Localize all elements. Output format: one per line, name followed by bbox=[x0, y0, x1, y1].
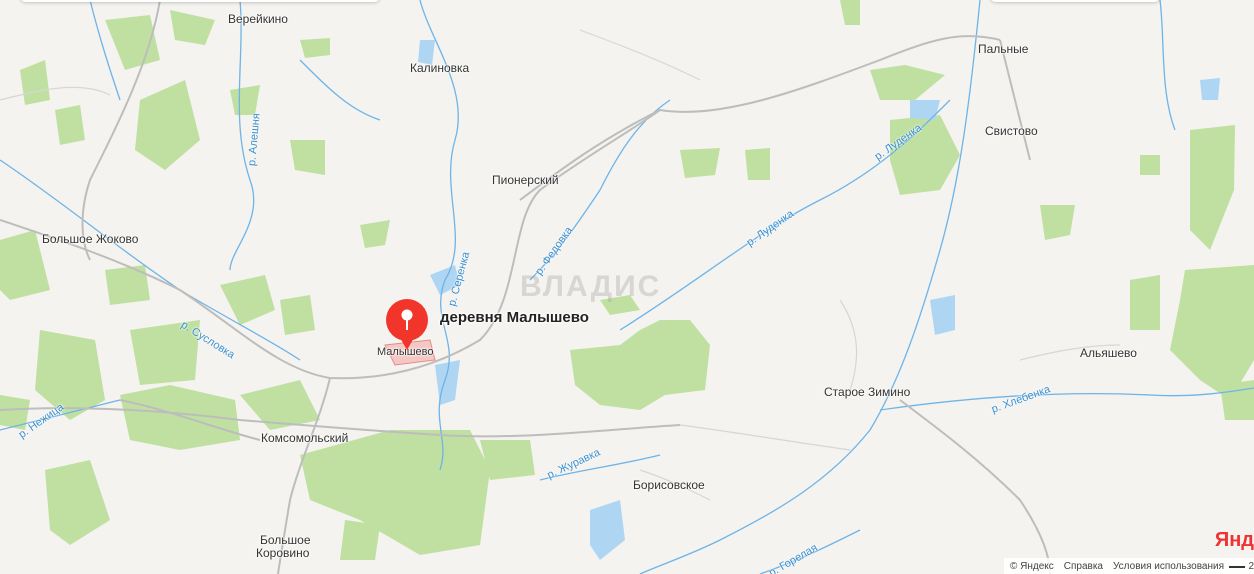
place-label: Пальные bbox=[978, 42, 1029, 56]
place-label: Старое Зимино bbox=[824, 385, 911, 399]
place-label: Большое Жоково bbox=[42, 232, 139, 246]
place-label: Коровино bbox=[256, 546, 310, 560]
scale-bar: 2 bbox=[1229, 561, 1254, 572]
yandex-logo[interactable]: Янд bbox=[1215, 529, 1254, 552]
scale-line bbox=[1229, 565, 1246, 568]
place-label: Калиновка bbox=[410, 61, 470, 75]
top-panel-right bbox=[990, 0, 1160, 2]
location-pin-icon[interactable] bbox=[385, 298, 429, 352]
map-footer: © Яндекс Справка Условия использования bbox=[1003, 558, 1254, 574]
scale-value: 2 bbox=[1248, 561, 1254, 572]
place-label: Свистово bbox=[985, 124, 1038, 138]
copyright-link[interactable]: © Яндекс bbox=[1010, 561, 1054, 572]
place-label: Пионерский bbox=[492, 173, 559, 187]
top-panel-left bbox=[20, 0, 380, 2]
pin-label: деревня Малышево bbox=[440, 309, 589, 326]
place-label: Комсомольский bbox=[261, 431, 349, 445]
place-label: Борисовское bbox=[633, 478, 705, 492]
place-label: Альяшево bbox=[1080, 346, 1137, 360]
terms-link[interactable]: Условия использования bbox=[1113, 561, 1224, 572]
map-canvas[interactable]: ВЛАДИС Верейкино Калиновка Пальные Свист… bbox=[0, 0, 1254, 574]
help-link[interactable]: Справка bbox=[1064, 561, 1103, 572]
place-label: Верейкино bbox=[228, 12, 288, 26]
place-label: Большое bbox=[260, 533, 311, 547]
